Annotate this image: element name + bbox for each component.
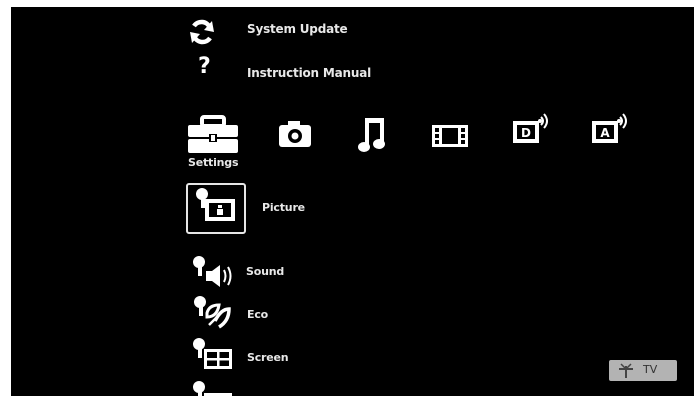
tv-home-menu: System Update ? Instruction Manual Setti… xyxy=(11,7,694,396)
question-icon[interactable]: ? xyxy=(198,54,211,79)
music-note-icon[interactable] xyxy=(357,116,387,154)
input-source-badge: TV xyxy=(609,360,677,381)
screen-settings-label[interactable]: Screen xyxy=(247,351,289,364)
settings-category-label: Settings xyxy=(188,156,239,169)
camera-icon[interactable] xyxy=(277,120,313,148)
antenna-icon xyxy=(617,363,635,382)
sound-settings-icon[interactable] xyxy=(192,255,236,289)
picture-settings-icon[interactable] xyxy=(195,187,237,225)
instruction-manual-label[interactable]: Instruction Manual xyxy=(247,66,371,80)
eco-settings-icon[interactable] xyxy=(191,295,233,333)
screen-settings-icon[interactable] xyxy=(192,337,234,373)
refresh-icon[interactable] xyxy=(186,19,218,45)
analog-broadcast-icon[interactable]: A xyxy=(590,111,630,145)
digital-broadcast-icon[interactable]: D xyxy=(511,111,551,145)
digital-letter: D xyxy=(521,126,531,140)
eco-settings-label[interactable]: Eco xyxy=(247,308,268,321)
film-strip-icon[interactable] xyxy=(431,124,469,148)
analog-letter: A xyxy=(600,126,610,140)
sound-settings-label[interactable]: Sound xyxy=(246,265,284,278)
input-source-label: TV xyxy=(643,363,658,376)
picture-settings-label[interactable]: Picture xyxy=(262,201,305,214)
more-settings-icon[interactable] xyxy=(192,380,234,396)
system-update-label[interactable]: System Update xyxy=(247,22,348,36)
toolbox-icon[interactable] xyxy=(187,115,239,155)
